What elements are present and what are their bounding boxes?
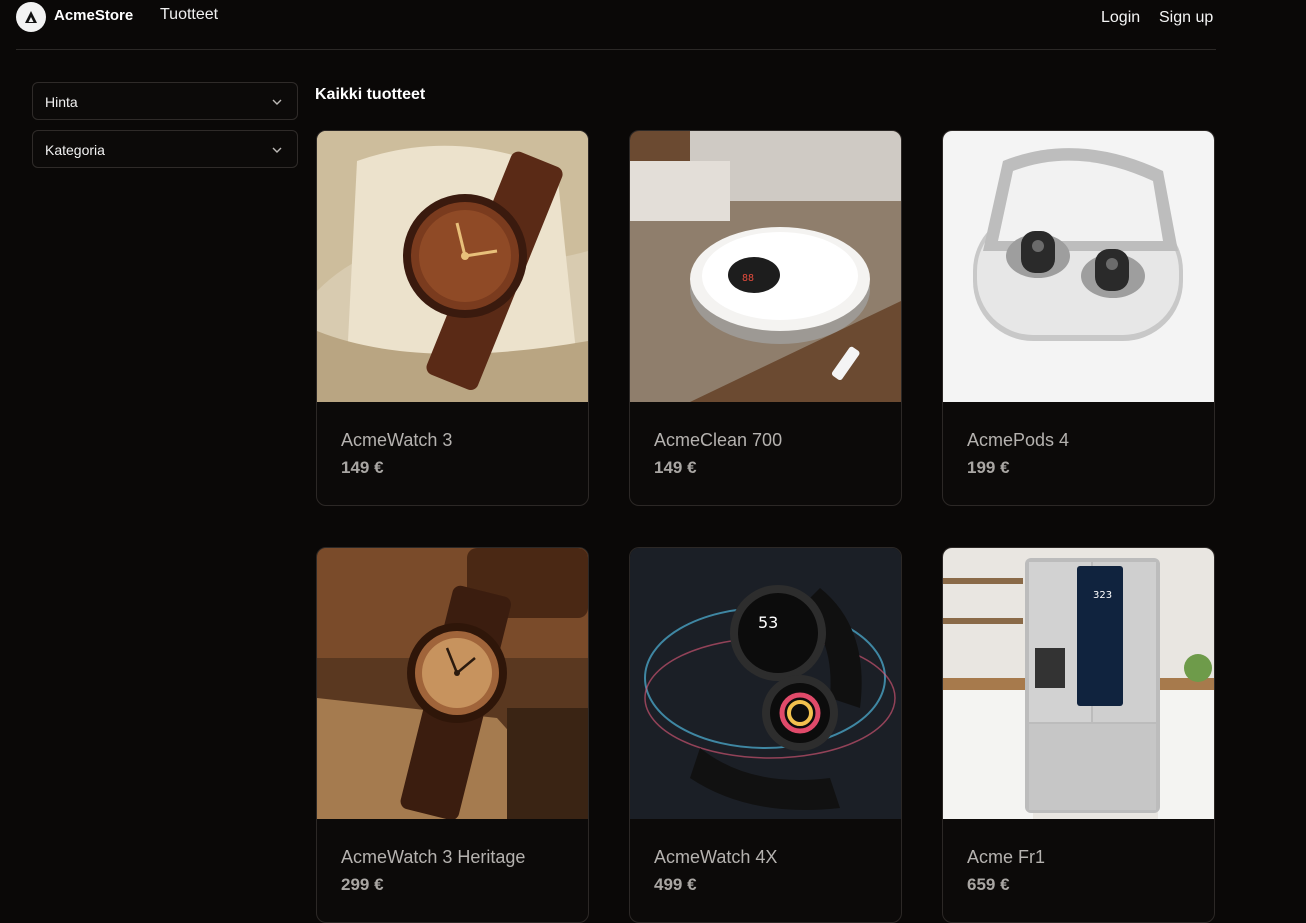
product-image-vacuum[interactable]: 88 bbox=[630, 131, 901, 402]
product-image-earbuds[interactable] bbox=[943, 131, 1214, 402]
login-link[interactable]: Login bbox=[1101, 9, 1140, 27]
product-card[interactable]: AcmeWatch 3 149 € bbox=[316, 130, 589, 506]
product-name[interactable]: AcmeWatch 3 bbox=[341, 430, 452, 451]
product-price: 499 € bbox=[654, 875, 697, 894]
product-card[interactable]: AcmePods 4 199 € bbox=[942, 130, 1215, 506]
chevron-down-icon bbox=[272, 147, 282, 153]
product-price: 659 € bbox=[967, 875, 1010, 894]
product-image-smartwatch[interactable]: 53 bbox=[630, 548, 901, 819]
filter-price-label: Hinta bbox=[45, 94, 78, 110]
product-name[interactable]: AcmeClean 700 bbox=[654, 430, 782, 451]
chevron-down-icon bbox=[272, 99, 282, 105]
acme-logo-icon[interactable] bbox=[16, 2, 46, 32]
product-price: 149 € bbox=[341, 458, 384, 477]
product-name[interactable]: Acme Fr1 bbox=[967, 847, 1045, 868]
product-card[interactable]: 323 Acme Fr1 659 € bbox=[942, 547, 1215, 923]
header-divider bbox=[16, 49, 1216, 50]
product-name[interactable]: AcmeWatch 3 Heritage bbox=[341, 847, 525, 868]
section-title: Kaikki tuotteet bbox=[315, 86, 426, 103]
svg-text:323: 323 bbox=[1093, 590, 1112, 601]
product-price: 149 € bbox=[654, 458, 697, 477]
nav-link-products[interactable]: Tuotteet bbox=[160, 6, 218, 24]
signup-link[interactable]: Sign up bbox=[1159, 9, 1213, 27]
site-header: AcmeStore Tuotteet Login Sign up bbox=[0, 0, 1306, 50]
product-image-watch[interactable] bbox=[317, 131, 588, 402]
filter-category-dropdown[interactable]: Kategoria bbox=[32, 130, 298, 168]
product-price: 199 € bbox=[967, 458, 1010, 477]
svg-text:53: 53 bbox=[758, 613, 778, 632]
product-image-heritage-watch[interactable] bbox=[317, 548, 588, 819]
filter-category-label: Kategoria bbox=[45, 142, 105, 158]
product-card[interactable]: 53 AcmeWatch 4X 499 € bbox=[629, 547, 902, 923]
product-card[interactable]: 88 AcmeClean 700 149 € bbox=[629, 130, 902, 506]
filter-price-dropdown[interactable]: Hinta bbox=[32, 82, 298, 120]
product-price: 299 € bbox=[341, 875, 384, 894]
product-name[interactable]: AcmePods 4 bbox=[967, 430, 1069, 451]
product-card[interactable]: AcmeWatch 3 Heritage 299 € bbox=[316, 547, 589, 923]
brand-name[interactable]: AcmeStore bbox=[54, 7, 133, 24]
product-image-fridge[interactable]: 323 bbox=[943, 548, 1214, 819]
svg-text:88: 88 bbox=[742, 273, 754, 284]
product-name[interactable]: AcmeWatch 4X bbox=[654, 847, 777, 868]
